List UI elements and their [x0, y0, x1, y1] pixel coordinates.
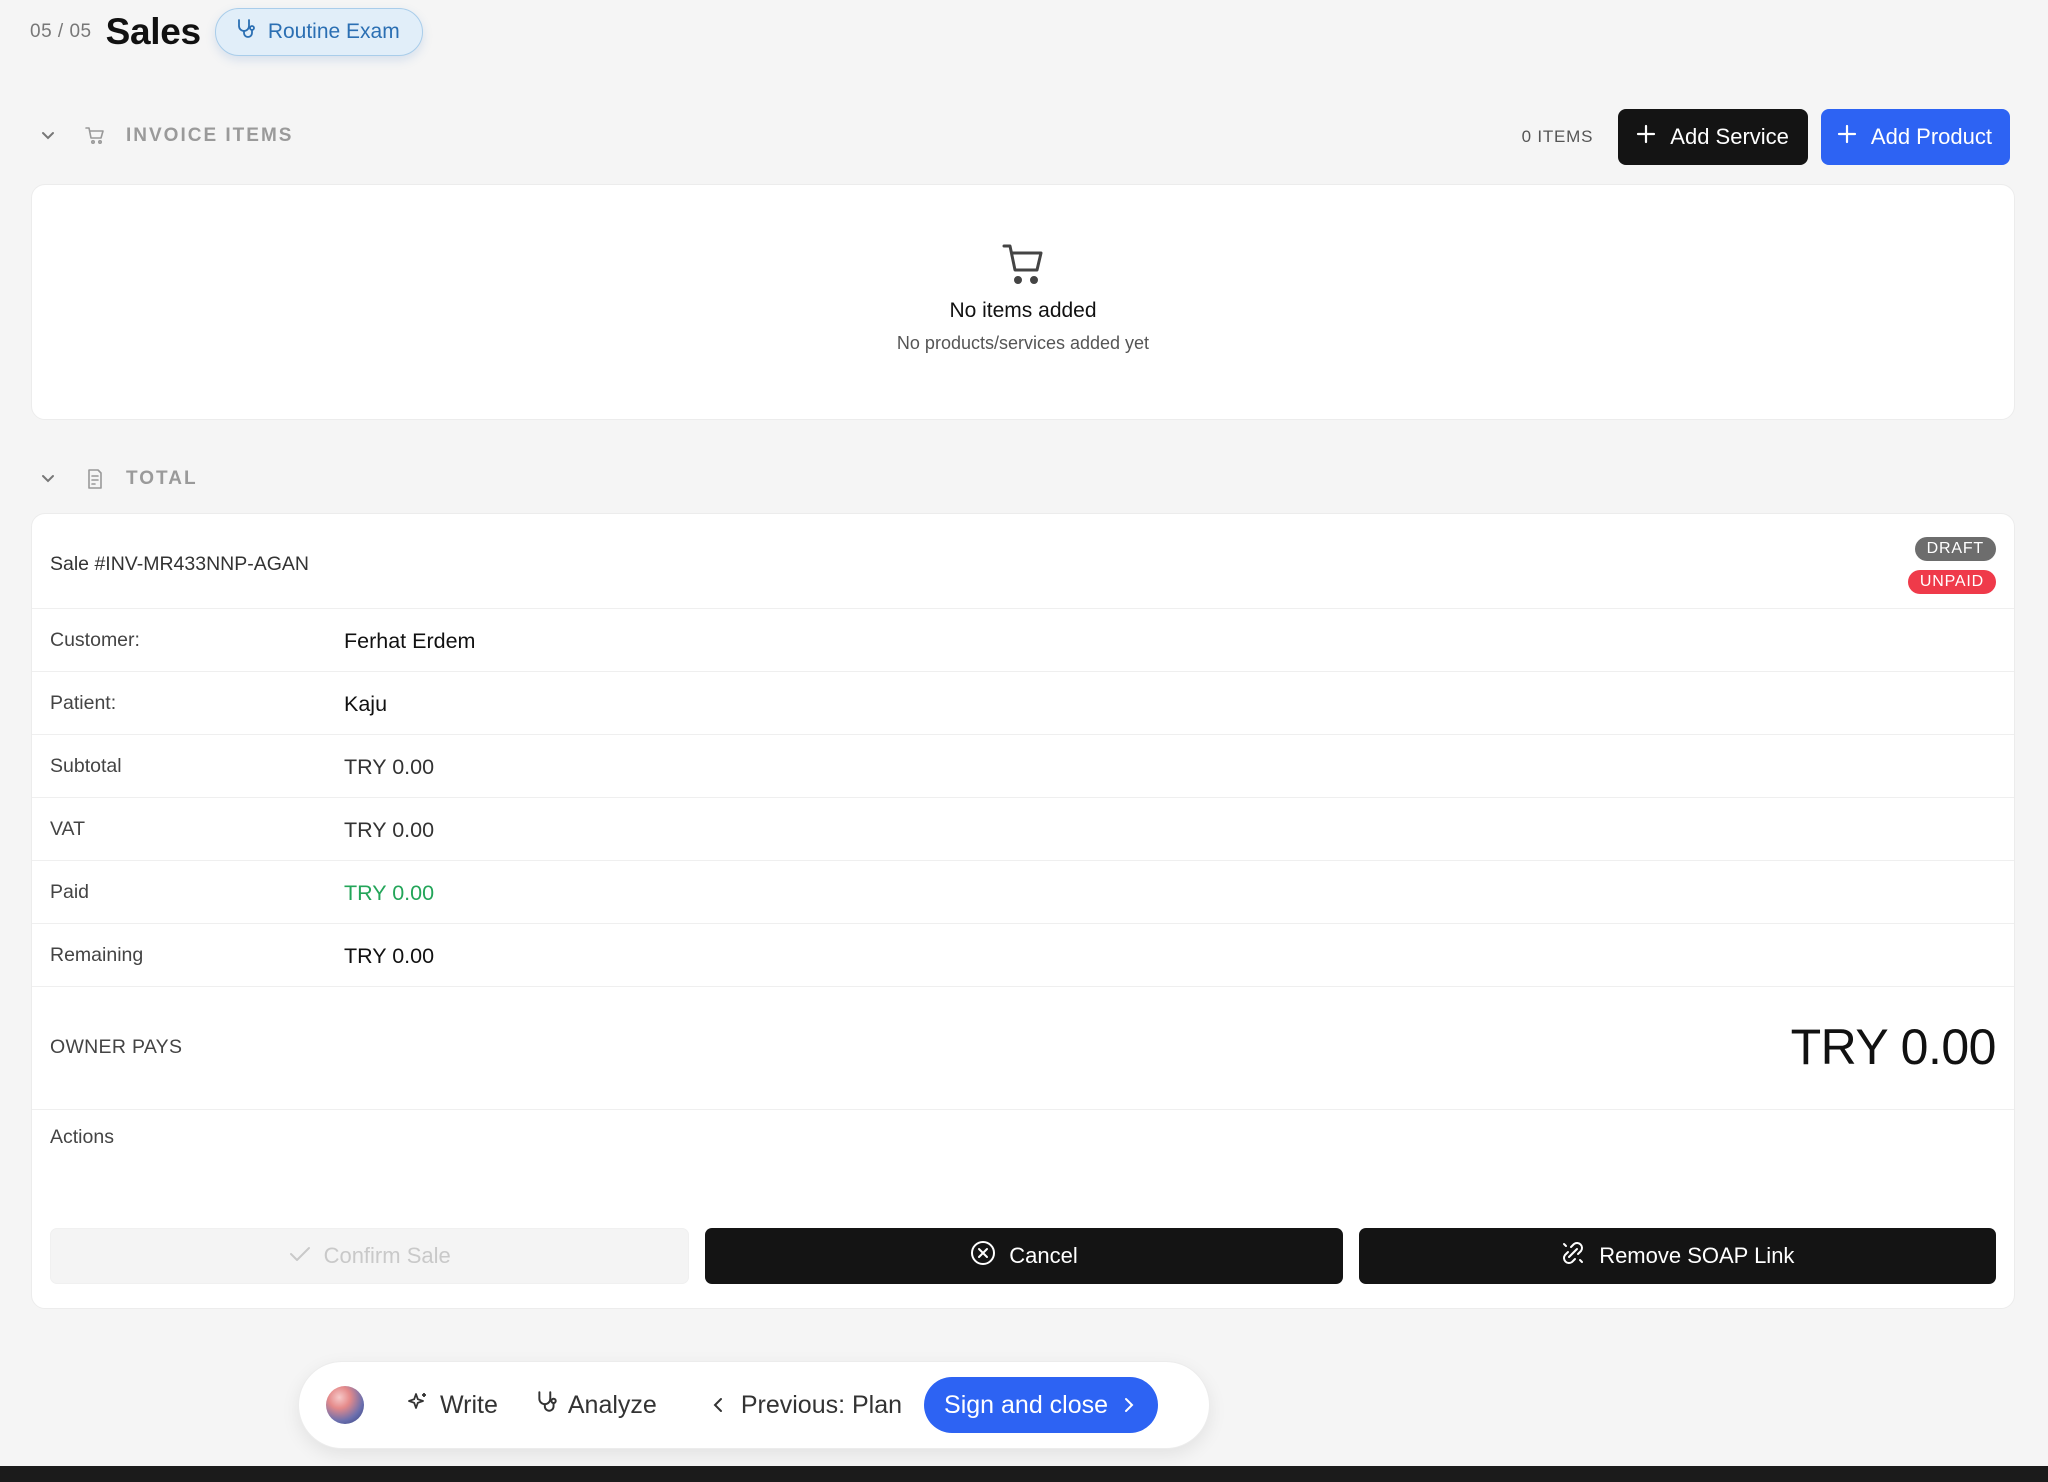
- visit-type-tag[interactable]: Routine Exam: [214, 8, 423, 56]
- vat-row: VAT TRY 0.00: [32, 798, 2014, 861]
- add-product-label: Add Product: [1870, 124, 1992, 149]
- empty-state: No items added No products/services adde…: [32, 243, 2014, 354]
- stethoscope-icon: [236, 18, 268, 46]
- subtotal-value: TRY 0.00: [344, 755, 435, 779]
- confirm-sale-button[interactable]: Confirm Sale: [50, 1228, 690, 1284]
- add-service-label: Add Service: [1670, 124, 1789, 149]
- previous-step-button[interactable]: Previous: Plan: [713, 1391, 902, 1420]
- owner-pays-amount: TRY 0.00: [1790, 1019, 1997, 1075]
- invoice-items-label: INVOICE ITEMS: [126, 125, 294, 146]
- status-badges: DRAFT UNPAID: [1907, 537, 1996, 594]
- chevron-left-icon: [713, 1391, 741, 1420]
- empty-cart-icon: [32, 243, 2014, 285]
- sparkle-icon: [406, 1390, 440, 1421]
- invoice-items-card: No items added No products/services adde…: [31, 184, 2015, 420]
- previous-step-label: Previous: Plan: [740, 1390, 903, 1419]
- patient-row: Patient: Kaju: [32, 672, 2014, 735]
- add-service-button[interactable]: Add Service: [1618, 109, 1808, 165]
- visit-type-label: Routine Exam: [267, 20, 400, 43]
- cancel-button[interactable]: Cancel: [705, 1228, 1343, 1284]
- chevron-down-icon[interactable]: [30, 474, 66, 484]
- items-count: 0 ITEMS: [1521, 127, 1594, 146]
- customer-row: Customer: Ferhat Erdem: [32, 609, 2014, 672]
- confirm-sale-label: Confirm Sale: [323, 1243, 451, 1268]
- chevron-down-icon[interactable]: [30, 131, 66, 141]
- draft-badge: DRAFT: [1914, 537, 1996, 561]
- owner-pays-label: OWNER PAYS: [50, 1036, 183, 1058]
- remove-soap-link-button[interactable]: Remove SOAP Link: [1358, 1228, 1996, 1284]
- footer-bar: [0, 1466, 2048, 1482]
- cart-icon: [78, 126, 112, 146]
- customer-label: Customer:: [50, 629, 140, 651]
- remove-soap-link-label: Remove SOAP Link: [1599, 1243, 1795, 1268]
- add-product-button[interactable]: Add Product: [1820, 109, 2010, 165]
- total-label: TOTAL: [126, 468, 198, 489]
- sale-header-row: Sale #INV-MR433NNP-AGAN DRAFT UNPAID: [32, 514, 2014, 609]
- check-icon: [289, 1243, 324, 1269]
- x-circle-icon: [970, 1240, 1009, 1272]
- write-button[interactable]: Write: [406, 1390, 498, 1421]
- assistant-avatar[interactable]: [326, 1386, 364, 1424]
- empty-subtitle: No products/services added yet: [896, 333, 1150, 353]
- invoice-items-toolbar: 0 ITEMS Add Service Add Product: [1522, 109, 2010, 165]
- plus-icon: [1636, 124, 1656, 150]
- receipt-icon: [78, 469, 112, 489]
- owner-pays-row: OWNER PAYS TRY 0.00: [32, 984, 2014, 1110]
- remaining-label: Remaining: [50, 944, 144, 966]
- page-header: 05 / 05 Sales Routine Exam: [30, 6, 423, 58]
- unpaid-badge: UNPAID: [1907, 570, 1996, 594]
- paid-row: Paid TRY 0.00: [32, 861, 2014, 924]
- patient-label: Patient:: [50, 692, 117, 714]
- plus-icon: [1837, 124, 1857, 150]
- sign-and-close-label: Sign and close: [944, 1390, 1109, 1419]
- chevron-right-icon: [1108, 1391, 1134, 1420]
- paid-value: TRY 0.00: [344, 881, 435, 905]
- vat-value: TRY 0.00: [344, 818, 435, 842]
- paid-label: Paid: [50, 881, 90, 903]
- stethoscope-icon: [536, 1390, 568, 1421]
- vat-label: VAT: [50, 818, 86, 840]
- remaining-row: Remaining TRY 0.00: [32, 924, 2014, 987]
- subtotal-label: Subtotal: [50, 755, 122, 777]
- analyze-button[interactable]: Analyze: [536, 1390, 657, 1421]
- invoice-items-header[interactable]: INVOICE ITEMS: [30, 119, 293, 153]
- write-label: Write: [440, 1390, 498, 1419]
- cancel-label: Cancel: [1009, 1243, 1078, 1268]
- sales-page: 05 / 05 Sales Routine Exam INVOICE ITEMS: [0, 0, 2048, 1482]
- empty-title: No items added: [949, 299, 1097, 322]
- actions-label: Actions: [50, 1126, 114, 1148]
- bottom-dock: Write Analyze Previous: Plan Sign and cl…: [298, 1361, 1210, 1449]
- unlink-icon: [1560, 1240, 1599, 1272]
- sign-and-close-button[interactable]: Sign and close: [924, 1377, 1159, 1433]
- page-title: Sales: [105, 11, 202, 52]
- total-header[interactable]: TOTAL: [30, 462, 198, 496]
- subtotal-row: Subtotal TRY 0.00: [32, 735, 2014, 798]
- total-card: Sale #INV-MR433NNP-AGAN DRAFT UNPAID Cus…: [31, 513, 2015, 1309]
- analyze-label: Analyze: [567, 1390, 657, 1419]
- step-indicator: 05 / 05: [30, 21, 92, 42]
- sale-id: Sale #INV-MR433NNP-AGAN: [50, 553, 310, 575]
- remaining-value: TRY 0.00: [344, 944, 435, 968]
- patient-value: Kaju: [344, 692, 388, 716]
- customer-value: Ferhat Erdem: [344, 629, 476, 653]
- actions-bar: Confirm Sale Cancel Remove SOAP Link: [50, 1228, 1996, 1284]
